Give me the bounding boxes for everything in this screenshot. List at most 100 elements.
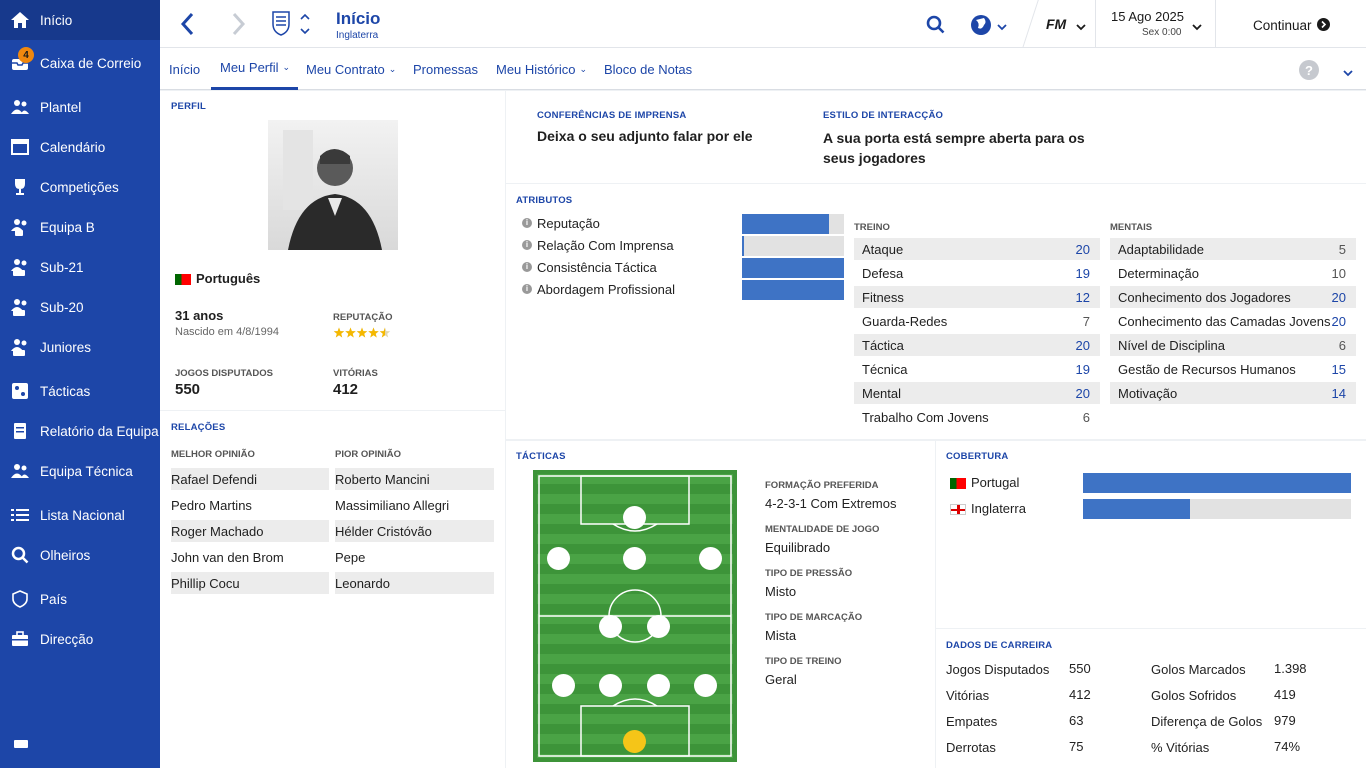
tab-inicio[interactable]: Início xyxy=(169,48,200,90)
sidebar-item-equipa-b[interactable]: Equipa B xyxy=(0,207,160,247)
coverage-label-portugal: Portugal xyxy=(950,475,1019,490)
section-title: ATRIBUTOS xyxy=(516,195,573,206)
sidebar-item-caixa-de-correio[interactable]: 4 Caixa de Correio xyxy=(0,43,160,83)
chevron-down-icon[interactable] xyxy=(1343,66,1353,81)
player-dot xyxy=(547,547,570,570)
player-dot xyxy=(647,674,670,697)
worst-opinion-row[interactable]: Pepe xyxy=(335,546,494,568)
sidebar-item-calendario[interactable]: Calendário xyxy=(0,127,160,167)
info-icon[interactable]: i xyxy=(522,218,532,228)
sidebar-item-direccao[interactable]: Direcção xyxy=(0,619,160,659)
player-dot xyxy=(552,674,575,697)
reputation-stars xyxy=(333,327,393,342)
attribute-value: 6 xyxy=(1338,337,1346,353)
training-label: TREINO xyxy=(854,222,890,233)
sidebar-item-olheiros[interactable]: Olheiros xyxy=(0,535,160,575)
back-button[interactable] xyxy=(180,12,194,39)
tab-meu-contrato[interactable]: Meu Contrato ⌄ xyxy=(306,48,396,90)
attribute-bar-fill xyxy=(742,214,829,234)
tab-bloco-de-notas[interactable]: Bloco de Notas xyxy=(604,48,692,90)
age: 31 anos xyxy=(175,308,224,323)
best-opinion-row[interactable]: Phillip Cocu xyxy=(171,572,329,594)
juniors-icon xyxy=(10,337,30,357)
pitch xyxy=(533,470,737,762)
tactic-value: Geral xyxy=(765,672,797,687)
attribute-value: 12 xyxy=(1075,289,1090,305)
best-opinion-row[interactable]: Pedro Martins xyxy=(171,494,329,516)
best-opinion-row[interactable]: Rafael Defendi xyxy=(171,468,329,490)
attribute-value: 10 xyxy=(1331,265,1346,281)
worst-opinion-row[interactable]: Massimiliano Allegri xyxy=(335,494,494,516)
sidebar-item-inicio[interactable]: Início xyxy=(0,0,160,40)
chevron-down-icon: ⌄ xyxy=(282,62,291,72)
attribute-row: Adaptabilidade 5 xyxy=(1110,238,1356,260)
page-title: Início xyxy=(336,9,381,28)
attribute-row: Determinação 10 xyxy=(1110,262,1356,284)
chevron-down-icon[interactable] xyxy=(997,20,1007,35)
best-opinion-row[interactable]: Roger Machado xyxy=(171,520,329,542)
u21-icon xyxy=(10,257,30,277)
best-opinion-row[interactable]: John van den Brom xyxy=(171,546,329,568)
coverage-bar xyxy=(1083,473,1351,493)
info-icon[interactable]: i xyxy=(522,240,532,250)
tactic-label: TIPO DE MARCAÇÃO xyxy=(765,612,863,623)
chevron-down-icon[interactable] xyxy=(1076,20,1086,35)
attribute-label: Reputação xyxy=(537,216,600,231)
section-title: RELAÇÕES xyxy=(171,422,226,433)
games-label: JOGOS DISPUTADOS xyxy=(175,368,274,379)
help-icon[interactable]: ? xyxy=(1299,60,1319,80)
player-dot xyxy=(647,615,670,638)
search-icon[interactable] xyxy=(926,15,945,37)
attribute-value: 7 xyxy=(1082,313,1090,329)
attribute-value: 19 xyxy=(1075,361,1090,377)
shield-icon xyxy=(10,589,30,609)
calendar-icon xyxy=(10,137,30,157)
sidebar-item-equipa-tecnica[interactable]: Equipa Técnica xyxy=(0,451,160,491)
info-icon[interactable]: i xyxy=(522,262,532,272)
attribute-label: Adaptabilidade xyxy=(1118,241,1205,257)
interaction-style-value: A sua porta está sempre aberta para os s… xyxy=(823,130,1085,166)
card-icon[interactable] xyxy=(14,740,28,748)
sidebar-item-juniores[interactable]: Juniores xyxy=(0,327,160,367)
worst-opinion-row[interactable]: Leonardo xyxy=(335,572,494,594)
attribute-value: 6 xyxy=(1082,409,1090,425)
sidebar-item-label: Equipa B xyxy=(40,219,95,235)
continue-button[interactable]: Continuar xyxy=(1216,0,1366,48)
date-label[interactable]: 15 Ago 2025 xyxy=(1111,9,1184,24)
fm-logo[interactable]: FM xyxy=(1046,16,1066,32)
england-crest-icon[interactable] xyxy=(271,10,291,36)
globe-icon[interactable] xyxy=(970,14,992,39)
tab-meu-historico[interactable]: Meu Histórico ⌄ xyxy=(496,48,587,90)
tab-promessas[interactable]: Promessas xyxy=(413,48,478,90)
sidebar-item-sub-21[interactable]: Sub-21 xyxy=(0,247,160,287)
tactics-icon xyxy=(10,381,30,401)
sidebar-item-plantel[interactable]: Plantel xyxy=(0,87,160,127)
sidebar-item-tacticas[interactable]: Tácticas xyxy=(0,371,160,411)
attribute-row: Guarda-Redes 7 xyxy=(854,310,1100,332)
interaction-style-label: ESTILO DE INTERACÇÃO xyxy=(823,110,944,121)
tactic-label: MENTALIDADE DE JOGO xyxy=(765,524,880,535)
worst-opinion-row[interactable]: Hélder Cristóvão xyxy=(335,520,494,542)
attribute-bar xyxy=(742,258,844,278)
sidebar-item-pais[interactable]: País xyxy=(0,579,160,619)
sidebar-item-relatorio-da-equipa[interactable]: Relatório da Equipa xyxy=(0,411,160,451)
info-icon[interactable]: i xyxy=(522,284,532,294)
sidebar-item-label: Relatório da Equipa xyxy=(40,423,159,439)
tactic-value: Equilibrado xyxy=(765,540,831,555)
worst-opinion-row[interactable]: Roberto Mancini xyxy=(335,468,494,490)
attribute-value: 20 xyxy=(1075,337,1090,353)
sidebar-item-lista-nacional[interactable]: Lista Nacional xyxy=(0,495,160,535)
star-icon xyxy=(345,327,356,338)
sidebar-item-sub-20[interactable]: Sub-20 xyxy=(0,287,160,327)
games-value: 550 xyxy=(175,381,201,398)
tab-meu-perfil[interactable]: Meu Perfil ⌄ xyxy=(211,48,298,90)
chevron-updown-icon[interactable] xyxy=(300,12,310,39)
attribute-label: Defesa xyxy=(862,265,904,281)
sidebar-item-competicoes[interactable]: Competições xyxy=(0,167,160,207)
attribute-row: Gestão de Recursos Humanos 15 xyxy=(1110,358,1356,380)
forward-button[interactable] xyxy=(232,12,246,39)
player-dot xyxy=(599,615,622,638)
coverage-bar-fill xyxy=(1083,499,1191,519)
chevron-down-icon[interactable] xyxy=(1192,20,1202,35)
time-label: Sex 0:00 xyxy=(1142,27,1182,38)
